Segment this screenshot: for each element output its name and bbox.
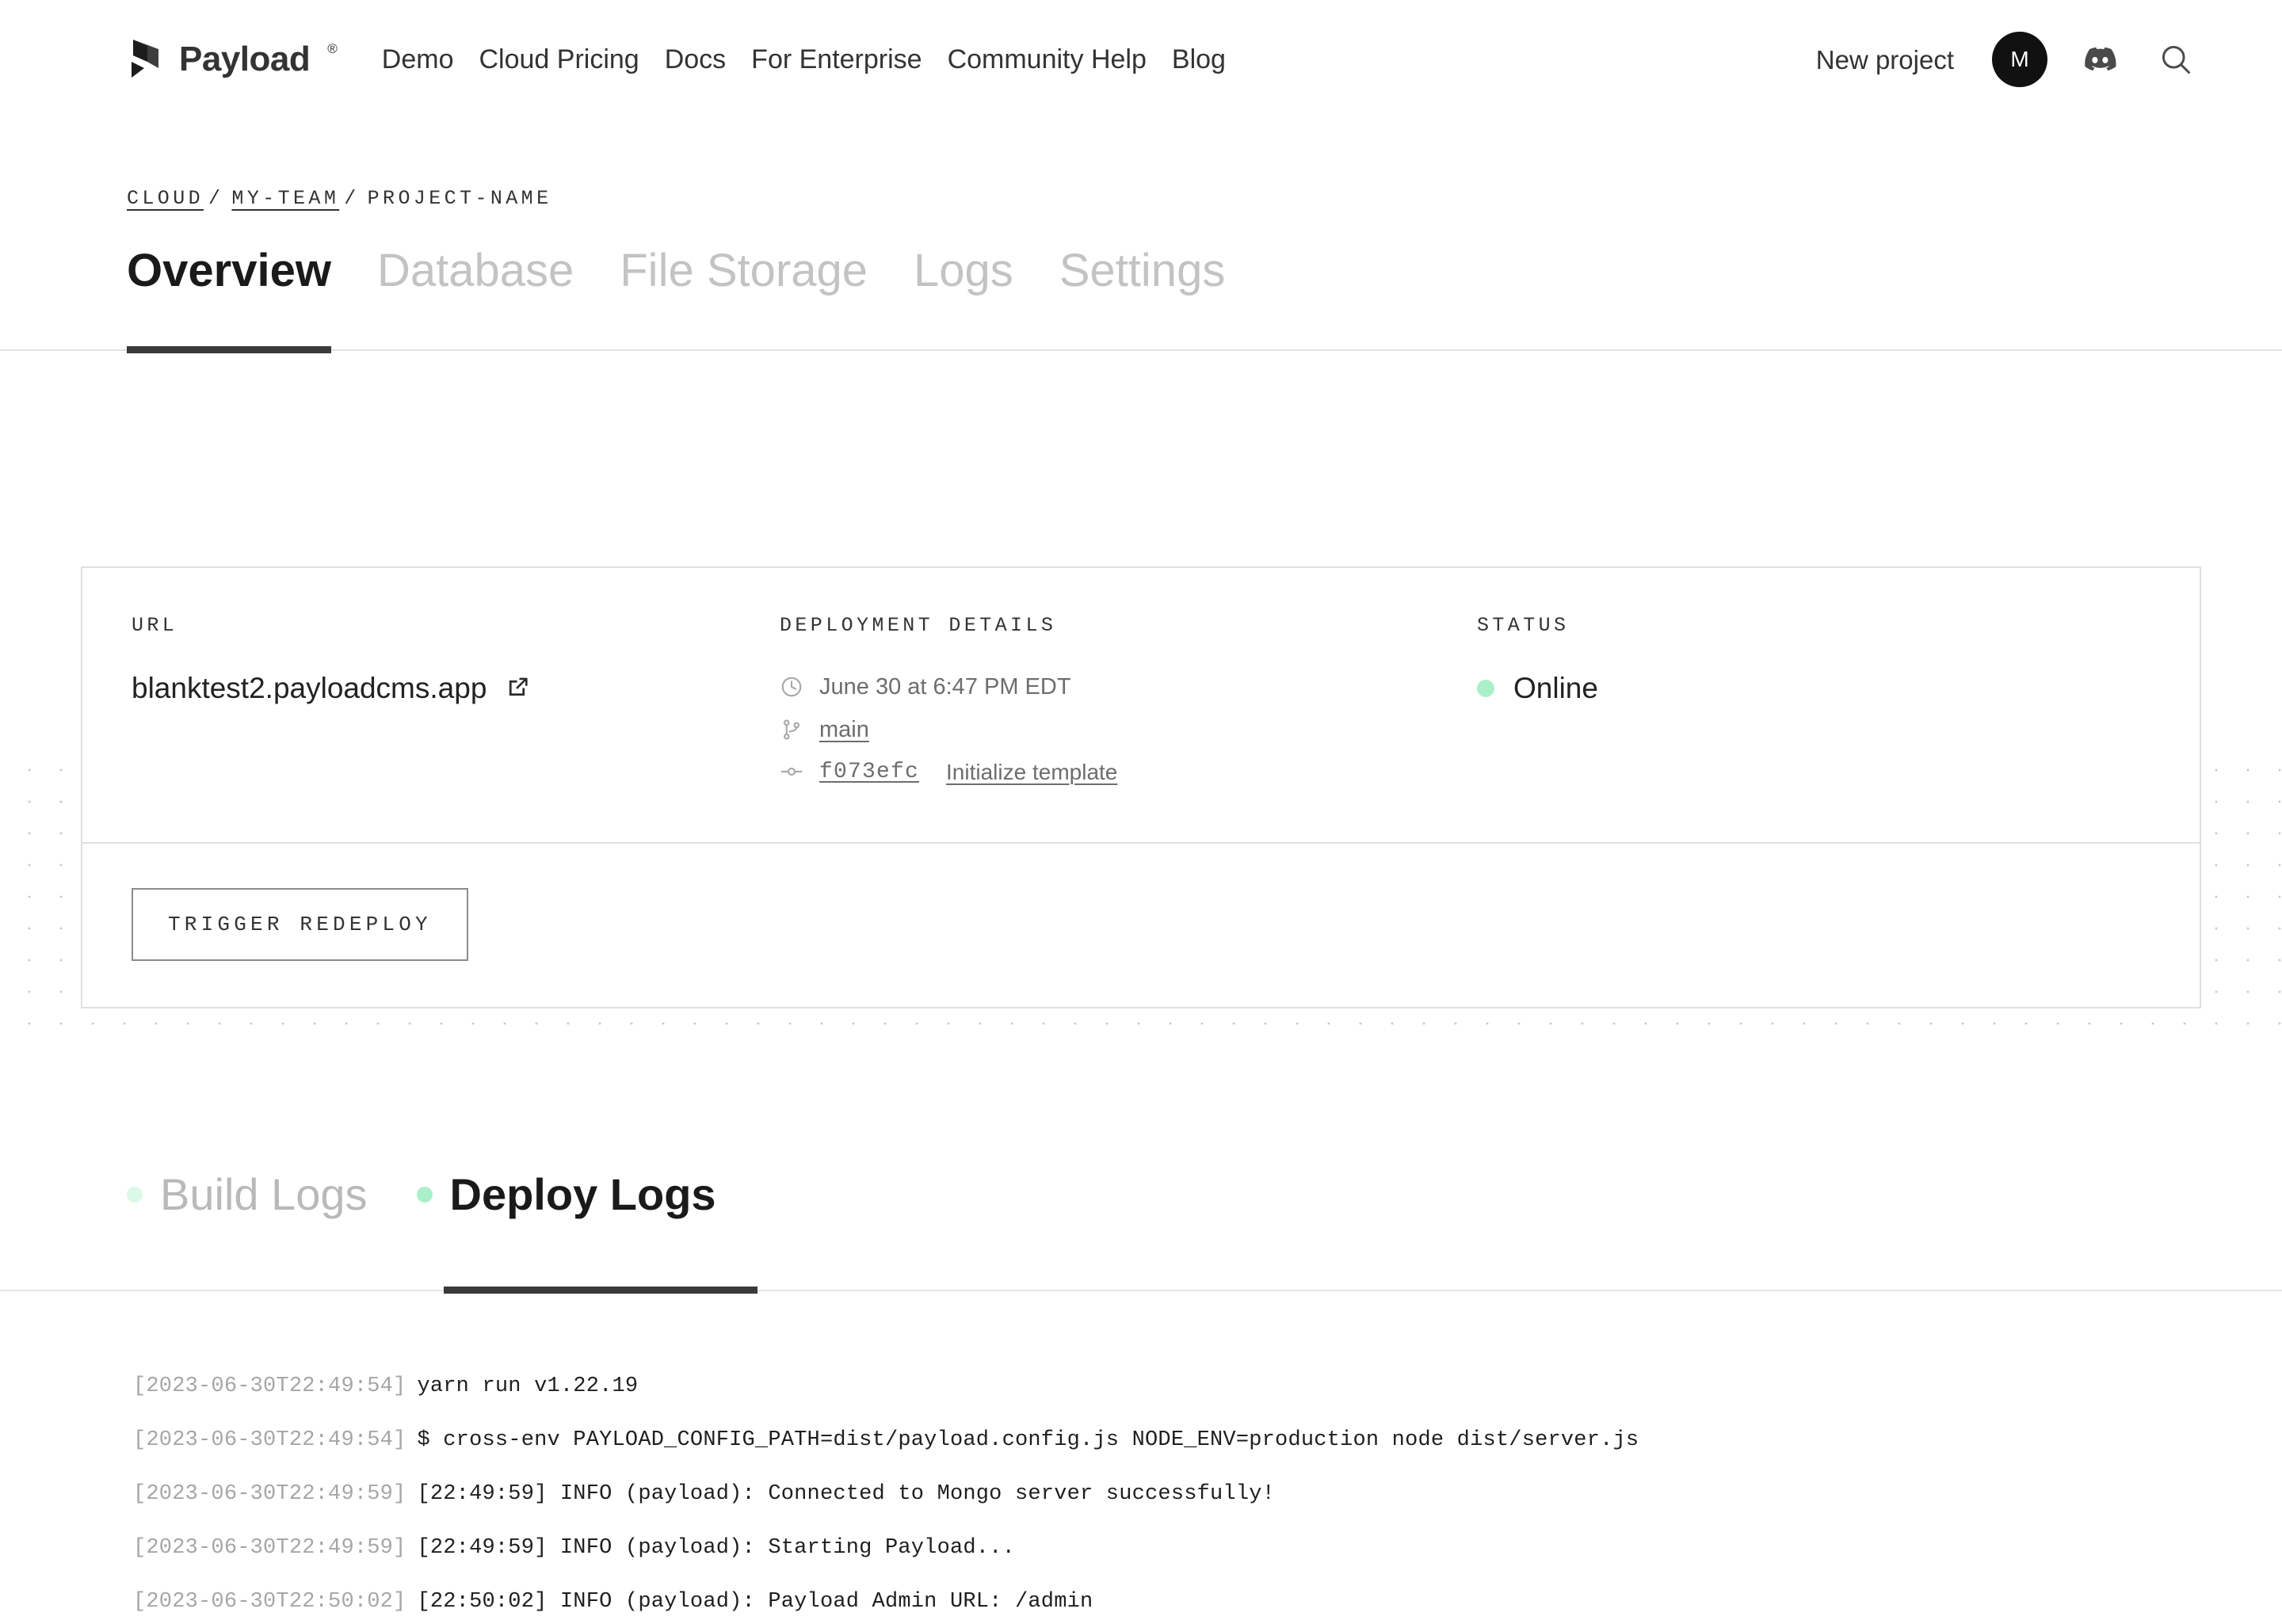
page-root: Payload ® Demo Cloud Pricing Docs For En…: [0, 0, 2282, 1624]
log-timestamp: [2023-06-30T22:49:54]: [133, 1374, 406, 1398]
clock-icon: [781, 677, 802, 697]
status-value: Online: [1513, 672, 1598, 704]
external-link-icon: [509, 677, 529, 696]
log-timestamp: [2023-06-30T22:50:02]: [133, 1590, 406, 1614]
breadcrumb-cloud[interactable]: CLOUD: [127, 187, 204, 210]
breadcrumb-separator: /: [344, 187, 360, 210]
payload-logo-link[interactable]: Payload ®: [127, 38, 338, 81]
tab-deploy-logs-label: Deploy Logs: [449, 1169, 716, 1219]
breadcrumb-separator: /: [208, 187, 224, 210]
overview-card-body: URL blanktest2.payloadcms.app DEPLOYMENT…: [82, 568, 2200, 842]
deployment-commit-hash[interactable]: f073efc: [819, 759, 919, 786]
main-navigation: Demo Cloud Pricing Docs For Enterprise C…: [382, 46, 1238, 73]
logs-section: Build Logs Deploy Logs [2023-06-30T22:49…: [0, 1172, 2282, 1624]
deployment-details-label: DEPLOYMENT DETAILS: [780, 614, 1057, 637]
avatar-initial: M: [2010, 47, 2029, 71]
avatar[interactable]: M: [1992, 32, 2047, 87]
tabs-divider: [0, 349, 2282, 351]
url-label: URL: [132, 614, 178, 637]
deployment-time-row: June 30 at 6:47 PM EDT: [780, 673, 1477, 701]
deployment-details-column: DEPLOYMENT DETAILS June 30 at 6:47 PM ED…: [780, 616, 1477, 785]
tab-deploy-logs[interactable]: Deploy Logs: [416, 1169, 750, 1219]
breadcrumb-team[interactable]: MY-TEAM: [231, 187, 339, 210]
log-message: yarn run v1.22.19: [417, 1374, 639, 1398]
nav-item-for-enterprise[interactable]: For Enterprise: [738, 46, 934, 73]
log-message: [22:49:59] INFO (payload): Starting Payl…: [417, 1536, 1015, 1560]
url-external-link[interactable]: [504, 675, 530, 701]
header-actions: New project M: [1816, 32, 2200, 87]
breadcrumb-project: PROJECT-NAME: [367, 187, 552, 210]
deployment-branch-link[interactable]: main: [819, 716, 869, 744]
tab-build-logs[interactable]: Build Logs: [127, 1172, 401, 1217]
log-timestamp: [2023-06-30T22:49:54]: [133, 1428, 406, 1452]
brand-trademark: ®: [327, 41, 338, 56]
overview-card-footer: TRIGGER REDEPLOY: [82, 844, 2200, 1007]
url-column: URL blanktest2.payloadcms.app: [82, 616, 780, 785]
payload-logo-icon: [132, 40, 158, 78]
log-line: [2023-06-30T22:50:02] [22:50:02] INFO (p…: [133, 1592, 2282, 1613]
log-message: [22:50:02] INFO (payload): Payload Admin…: [417, 1590, 1093, 1614]
nav-item-demo[interactable]: Demo: [382, 46, 467, 73]
nav-item-cloud-pricing[interactable]: Cloud Pricing: [466, 46, 651, 73]
project-tabs: Overview Database File Storage Logs Sett…: [0, 248, 2282, 367]
logs-tabs: Build Logs Deploy Logs: [0, 1172, 2282, 1303]
nav-item-community-help[interactable]: Community Help: [935, 46, 1159, 73]
tab-build-logs-label: Build Logs: [160, 1169, 368, 1219]
log-line: [2023-06-30T22:49:54] $ cross-env PAYLOA…: [133, 1430, 2282, 1451]
log-line: [2023-06-30T22:49:59] [22:49:59] INFO (p…: [133, 1538, 2282, 1559]
deployment-commit-row: f073efc Initialize template: [780, 759, 1477, 786]
nav-item-docs[interactable]: Docs: [652, 46, 738, 73]
tab-database[interactable]: Database: [377, 248, 602, 294]
page-content: CLOUD / MY-TEAM / PROJECT-NAME Overview …: [0, 119, 2282, 1613]
tab-overview[interactable]: Overview: [127, 248, 360, 294]
log-timestamp: [2023-06-30T22:49:59]: [133, 1536, 406, 1560]
logs-tabs-active-indicator: [444, 1287, 757, 1294]
tab-logs[interactable]: Logs: [914, 248, 1042, 294]
overview-card: URL blanktest2.payloadcms.app DEPLOYMENT…: [81, 566, 2201, 1009]
site-header: Payload ® Demo Cloud Pricing Docs For En…: [0, 0, 2282, 119]
tab-settings[interactable]: Settings: [1059, 248, 1254, 294]
new-project-button[interactable]: New project: [1816, 47, 1954, 73]
deployment-time: June 30 at 6:47 PM EDT: [819, 674, 1071, 700]
status-label: STATUS: [1477, 614, 1570, 637]
status-indicator-dot: [1477, 679, 1494, 697]
build-logs-status-dot: [127, 1187, 143, 1203]
status-column: STATUS Online: [1477, 616, 2032, 785]
tab-file-storage[interactable]: File Storage: [620, 248, 896, 294]
deployment-commit-message[interactable]: Initialize template: [946, 759, 1117, 786]
url-value: blanktest2.payloadcms.app: [132, 672, 487, 704]
log-output[interactable]: [2023-06-30T22:49:54] yarn run v1.22.19 …: [0, 1303, 2282, 1613]
discord-icon: [2085, 47, 2116, 71]
log-line: [2023-06-30T22:49:54] yarn run v1.22.19: [133, 1376, 2282, 1397]
git-commit-icon: [780, 768, 803, 776]
git-branch-icon: [783, 719, 800, 740]
breadcrumb: CLOUD / MY-TEAM / PROJECT-NAME: [0, 119, 2282, 210]
search-button[interactable]: [2152, 36, 2200, 83]
deployment-branch-row: main: [780, 716, 1477, 744]
search-icon: [2162, 45, 2190, 74]
log-message: [22:49:59] INFO (payload): Connected to …: [417, 1482, 1276, 1506]
tabs-active-indicator: [127, 346, 331, 353]
discord-link-button[interactable]: [2076, 36, 2124, 83]
log-timestamp: [2023-06-30T22:49:59]: [133, 1482, 406, 1506]
nav-item-blog[interactable]: Blog: [1159, 46, 1238, 73]
deploy-logs-status-dot: [416, 1187, 433, 1203]
log-line: [2023-06-30T22:49:59] [22:49:59] INFO (p…: [133, 1484, 2282, 1505]
logs-tabs-divider: [0, 1290, 2282, 1291]
brand-name: Payload: [179, 40, 311, 78]
trigger-redeploy-button[interactable]: TRIGGER REDEPLOY: [132, 888, 468, 962]
log-message: $ cross-env PAYLOAD_CONFIG_PATH=dist/pay…: [417, 1428, 1639, 1452]
